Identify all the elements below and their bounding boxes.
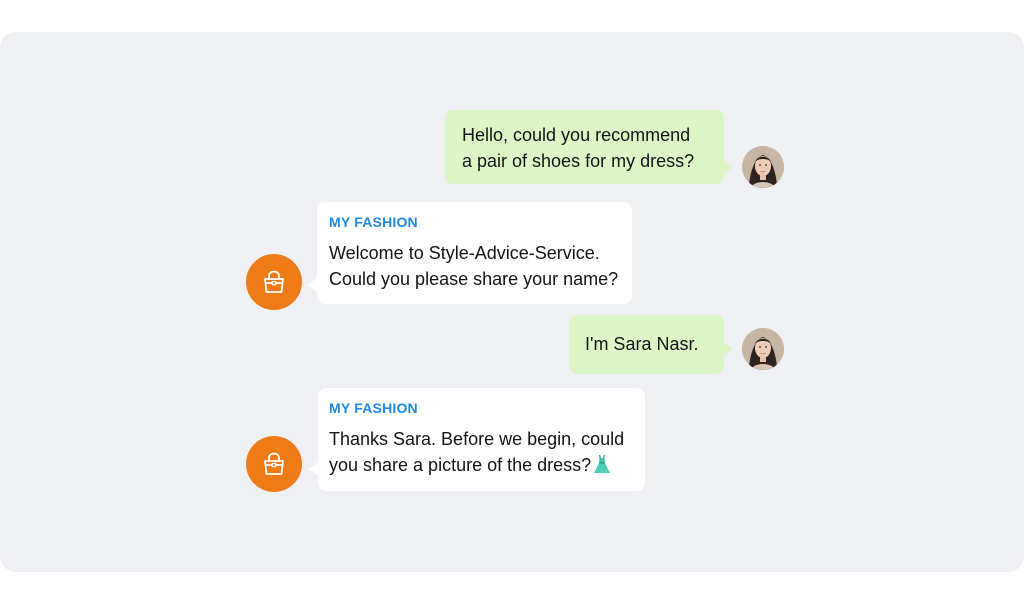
bubble-tail (724, 160, 733, 174)
chat-panel: Hello, could you recommend a pair of sho… (0, 32, 1024, 572)
handbag-icon (264, 270, 284, 293)
message-text-line: I'm Sara Nasr. (585, 334, 699, 354)
message-text-line: Hello, could you recommend (462, 125, 691, 145)
bot-message-bubble: MY FASHION Thanks Sara. Before we begin,… (318, 388, 645, 491)
bot-message-bubble: MY FASHION Welcome to Style-Advice-Servi… (317, 202, 632, 304)
sender-name: MY FASHION (329, 214, 418, 230)
user-avatar[interactable] (742, 146, 784, 188)
message-text-line: Could you please share your name? (329, 269, 619, 289)
bubble-tail (308, 278, 317, 292)
bubble-tail (309, 462, 318, 476)
user-message-bubble: I'm Sara Nasr. (569, 315, 724, 374)
user-photo-avatar (742, 146, 784, 188)
bot-avatar[interactable] (246, 436, 302, 492)
user-avatar[interactable] (742, 328, 784, 370)
message-text-line: you share a picture of the dress? (329, 455, 592, 475)
message-text-line: Thanks Sara. Before we begin, could (329, 429, 625, 449)
dress-icon (593, 454, 611, 481)
handbag-icon (264, 452, 284, 475)
bot-avatar[interactable] (246, 254, 302, 310)
user-message-bubble: Hello, could you recommend a pair of sho… (445, 110, 724, 184)
message-text-line-with-emoji: you share a picture of the dress? (329, 452, 634, 481)
sender-name: MY FASHION (329, 400, 418, 416)
bubble-tail (724, 342, 733, 356)
user-photo-avatar (742, 328, 784, 370)
message-text-line: Welcome to Style-Advice-Service. (329, 243, 600, 263)
message-text-line: a pair of shoes for my dress? (462, 151, 695, 171)
